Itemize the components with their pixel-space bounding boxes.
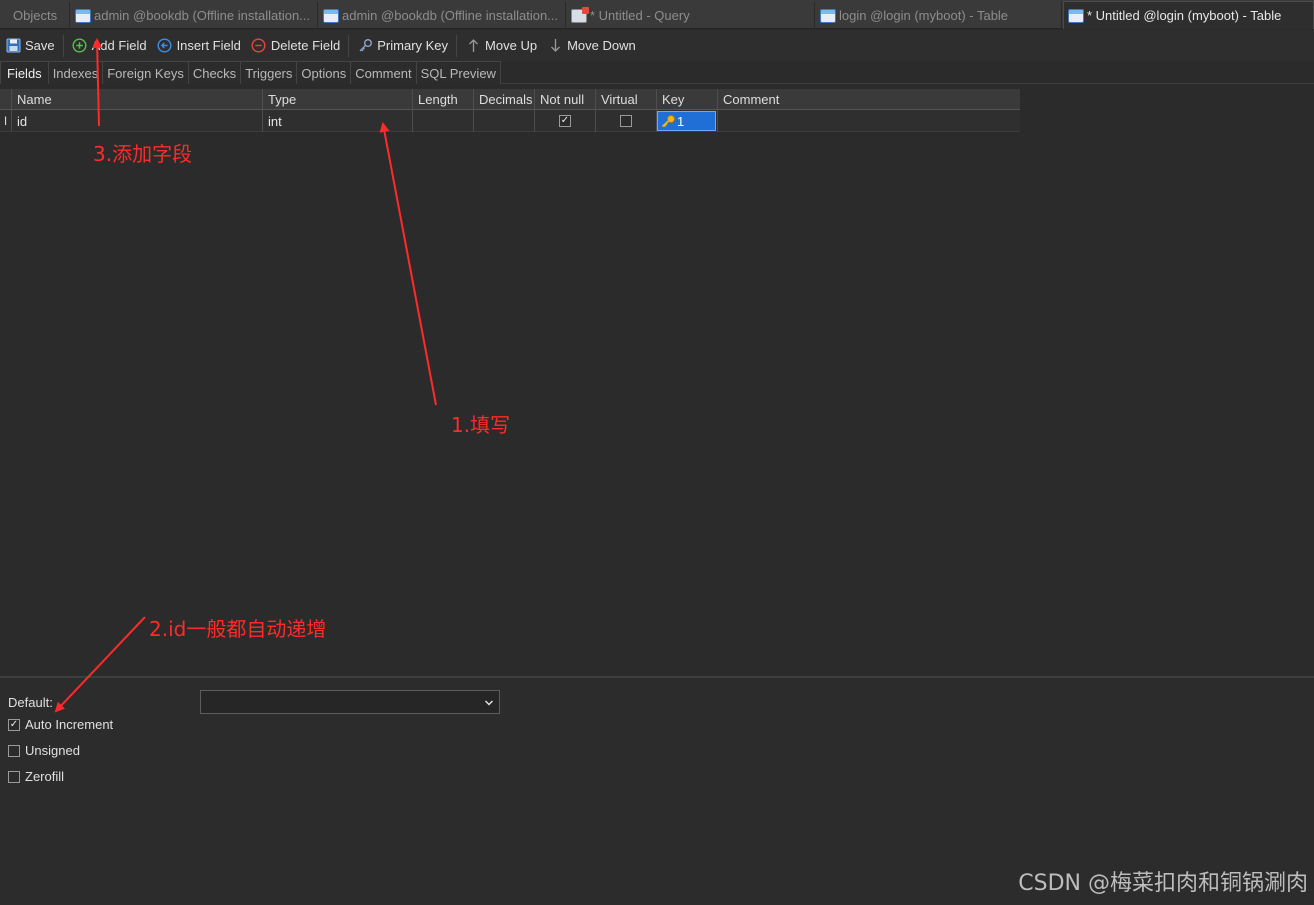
auto-increment-option[interactable]: ✓ Auto Increment <box>8 717 113 732</box>
chevron-down-icon <box>484 695 494 710</box>
zerofill-label: Zerofill <box>25 769 65 784</box>
virtual-cell[interactable] <box>596 110 657 132</box>
add-field-label: Add Field <box>91 38 147 53</box>
column-header-decimals[interactable]: Decimals <box>474 89 535 110</box>
table-icon <box>820 8 836 23</box>
insert-arrow-icon <box>157 38 173 54</box>
insert-field-label: Insert Field <box>176 38 241 53</box>
grid-header: Name Type Length Decimals Not null Virtu… <box>0 89 1020 110</box>
primary-key-button[interactable]: Primary Key <box>352 34 453 58</box>
zerofill-option[interactable]: Zerofill <box>8 769 64 784</box>
tab-fields[interactable]: Fields <box>0 61 49 84</box>
move-up-button[interactable]: Move Up <box>460 34 542 58</box>
field-length-cell[interactable] <box>413 110 474 132</box>
move-down-button[interactable]: Move Down <box>542 34 641 58</box>
arrow-up-icon <box>465 38 481 54</box>
tab-objects[interactable]: Objects <box>0 2 70 29</box>
row-marker-header <box>0 89 12 109</box>
table-icon <box>323 8 339 23</box>
toolbar-separator <box>456 34 458 57</box>
tab-label: * Untitled @login (myboot) - Table <box>1087 8 1282 23</box>
table-icon <box>75 8 91 23</box>
tab-label: admin @bookdb (Offline installation... <box>342 8 559 23</box>
insert-field-button[interactable]: Insert Field <box>152 34 246 58</box>
toolbar-separator <box>348 34 350 57</box>
not-null-checkbox[interactable]: ✓ <box>559 115 571 127</box>
tab-untitled-table-active[interactable]: * Untitled @login (myboot) - Table <box>1063 1 1314 29</box>
arrow-down-icon <box>547 38 563 54</box>
zerofill-checkbox[interactable] <box>8 770 20 783</box>
delete-circle-icon <box>251 38 267 54</box>
tab-label: admin @bookdb (Offline installation... <box>94 8 311 23</box>
tab-admin-bookdb-1[interactable]: admin @bookdb (Offline installation... <box>71 2 318 29</box>
auto-increment-checkbox[interactable]: ✓ <box>8 718 20 731</box>
key-cell-selected[interactable]: 1 <box>657 111 716 131</box>
default-select[interactable] <box>200 690 500 714</box>
fields-grid: Name Type Length Decimals Not null Virtu… <box>0 89 1020 132</box>
save-label: Save <box>25 38 55 53</box>
unsigned-label: Unsigned <box>25 743 80 758</box>
tab-sql-preview[interactable]: SQL Preview <box>416 61 501 84</box>
table-row[interactable]: I id int ✓ 1 <box>0 110 1020 132</box>
field-decimals-cell[interactable] <box>474 110 535 132</box>
key-order: 1 <box>677 113 685 129</box>
annotation-add-field: 3.添加字段 <box>93 142 193 166</box>
tab-label: login @login (myboot) - Table <box>839 8 1009 23</box>
save-icon <box>5 38 21 54</box>
column-header-virtual[interactable]: Virtual <box>596 89 657 110</box>
virtual-checkbox[interactable] <box>620 115 632 127</box>
column-header-comment[interactable]: Comment <box>718 89 1020 110</box>
auto-increment-label: Auto Increment <box>25 717 114 732</box>
editor-sub-tabs: Fields Indexes Foreign Keys Checks Trigg… <box>0 61 1314 84</box>
toolbar: Save Add Field Insert Field Delete Field… <box>0 30 1314 61</box>
unsigned-option[interactable]: Unsigned <box>8 743 80 758</box>
query-icon <box>571 6 589 23</box>
tab-foreign-keys[interactable]: Foreign Keys <box>103 61 189 84</box>
window-tab-bar: Objects admin @bookdb (Offline installat… <box>0 0 1314 29</box>
key-cell[interactable]: 1 <box>657 110 718 132</box>
unsigned-checkbox[interactable] <box>8 744 20 757</box>
tab-options[interactable]: Options <box>297 61 352 84</box>
column-header-not-null[interactable]: Not null <box>535 89 596 110</box>
annotation-auto-increment: 2.id一般都自动递增 <box>149 617 327 641</box>
tab-label: * Untitled - Query <box>590 8 690 23</box>
column-header-type[interactable]: Type <box>263 89 413 110</box>
tab-indexes[interactable]: Indexes <box>48 61 104 84</box>
tab-login-table[interactable]: login @login (myboot) - Table <box>816 2 1062 29</box>
watermark: CSDN @梅菜扣肉和铜锅涮肉 <box>1018 871 1308 896</box>
add-circle-icon <box>72 38 88 54</box>
save-button[interactable]: Save <box>0 34 60 58</box>
primary-key-label: Primary Key <box>377 38 449 53</box>
field-name-cell[interactable]: id <box>12 110 263 132</box>
move-up-label: Move Up <box>485 38 538 53</box>
not-null-cell[interactable]: ✓ <box>535 110 596 132</box>
arrow-to-type-cell <box>379 122 437 406</box>
toolbar-separator <box>62 34 64 57</box>
tab-comment[interactable]: Comment <box>351 61 417 84</box>
table-edit-icon <box>1068 8 1084 23</box>
column-header-length[interactable]: Length <box>413 89 474 110</box>
key-icon <box>357 38 373 54</box>
field-type-cell[interactable]: int <box>263 110 413 132</box>
tab-admin-bookdb-2[interactable]: admin @bookdb (Offline installation... <box>319 2 566 29</box>
column-header-name[interactable]: Name <box>12 89 263 110</box>
tab-label: Objects <box>13 8 58 23</box>
default-label: Default: <box>8 695 53 710</box>
annotation-fill-in: 1.填写 <box>451 413 511 437</box>
tab-checks[interactable]: Checks <box>188 61 242 84</box>
column-header-key[interactable]: Key <box>657 89 718 110</box>
add-field-button[interactable]: Add Field <box>67 34 152 58</box>
field-comment-cell[interactable] <box>718 110 1020 132</box>
move-down-label: Move Down <box>567 38 636 53</box>
tab-triggers[interactable]: Triggers <box>241 61 298 84</box>
tab-untitled-query[interactable]: * Untitled - Query <box>567 2 815 29</box>
row-marker[interactable]: I <box>0 110 12 131</box>
delete-field-label: Delete Field <box>270 38 341 53</box>
delete-field-button[interactable]: Delete Field <box>246 34 345 58</box>
primary-key-icon <box>660 114 676 128</box>
